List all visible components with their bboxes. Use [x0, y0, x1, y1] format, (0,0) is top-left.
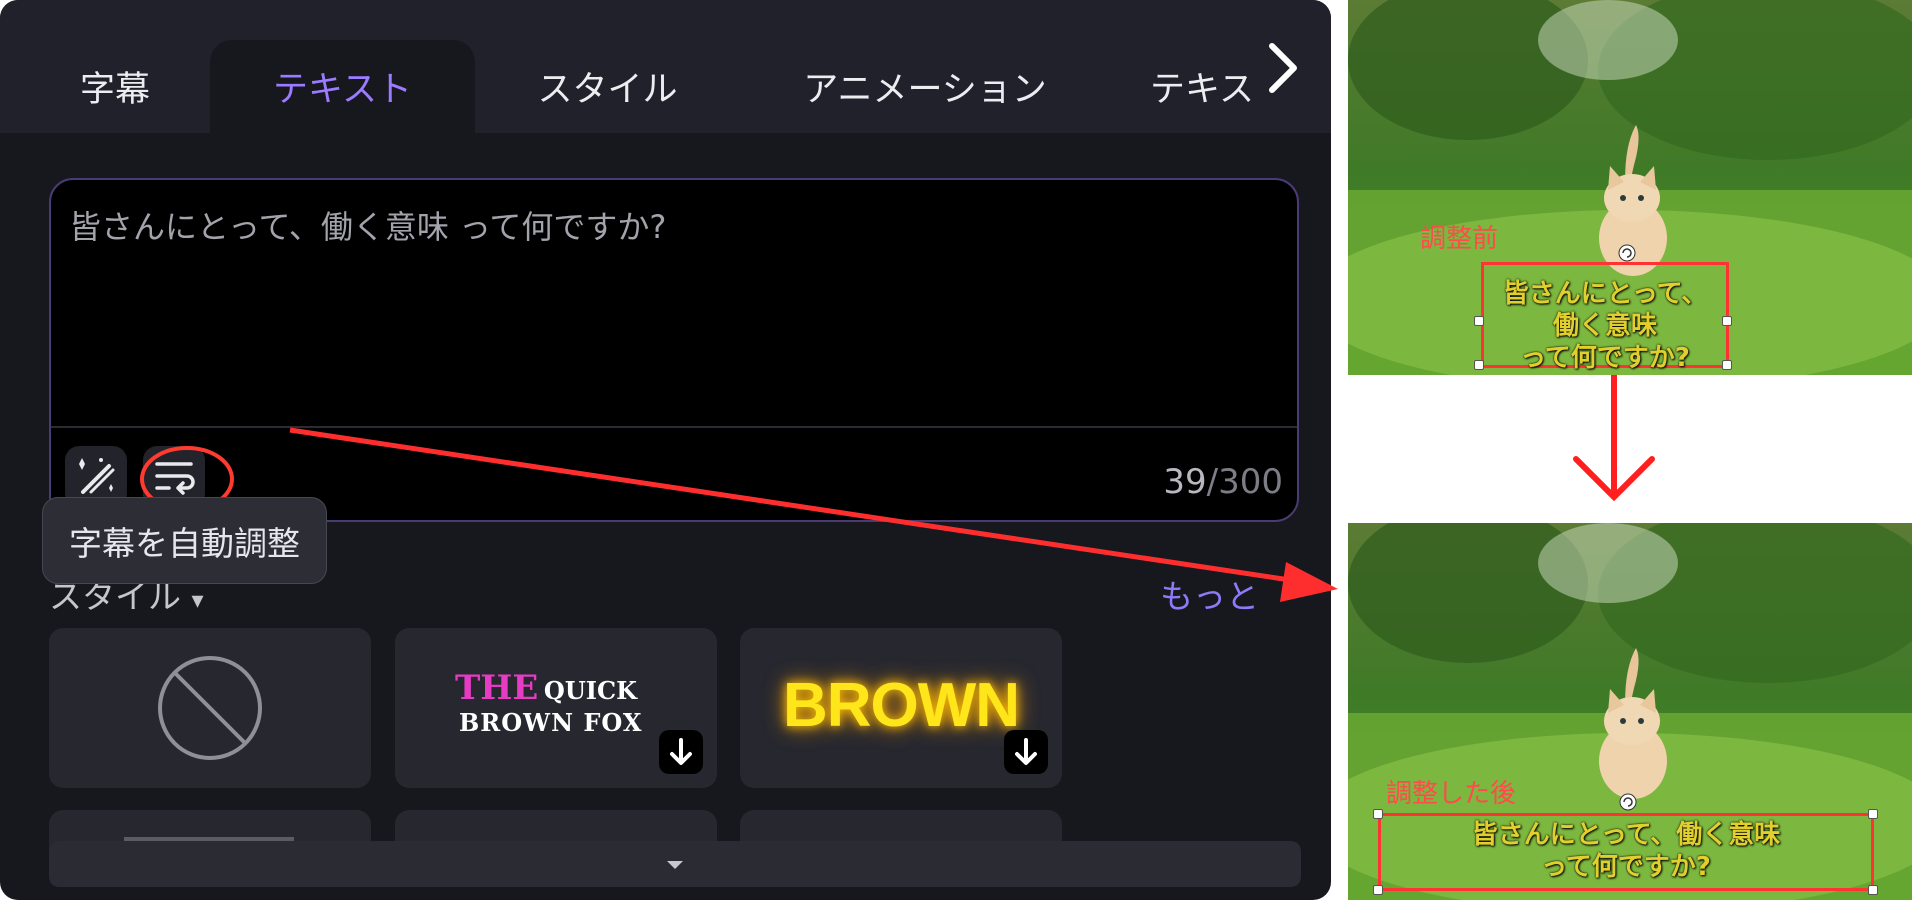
subtitle-preview-after: 皆さんにとって、働く意味 って何ですか? [1378, 819, 1874, 883]
subtitle-line: 皆さんにとって、働く意味 [1471, 820, 1781, 850]
subtitle-preview-before: 皆さんにとって、 働く意味 って何ですか? [1481, 278, 1729, 374]
rotate-icon [1618, 244, 1636, 262]
resize-handle [1868, 885, 1878, 895]
before-label: 調整前 [1420, 224, 1499, 254]
after-label: 調整した後 [1386, 779, 1517, 809]
resize-handle [1722, 316, 1732, 326]
resize-handle [1868, 809, 1878, 819]
subtitle-line: って何ですか? [1541, 852, 1711, 882]
resize-handle [1474, 316, 1484, 326]
subtitle-line: って何ですか? [1520, 343, 1690, 373]
subtitle-line: 働く意味 [1552, 311, 1657, 341]
resize-handle [1722, 360, 1732, 370]
preview-before: 調整前 皆さんにとって、 働く意味 って何ですか? [1348, 0, 1912, 375]
subtitle-line: 皆さんにとって、 [1502, 279, 1708, 309]
arrow-down-icon [1573, 375, 1655, 502]
rotate-icon [1619, 793, 1637, 811]
resize-handle [1474, 360, 1484, 370]
resize-handle [1373, 885, 1383, 895]
resize-handle [1373, 809, 1383, 819]
preview-after: 調整した後 皆さんにとって、働く意味 って何ですか? [1348, 523, 1912, 900]
